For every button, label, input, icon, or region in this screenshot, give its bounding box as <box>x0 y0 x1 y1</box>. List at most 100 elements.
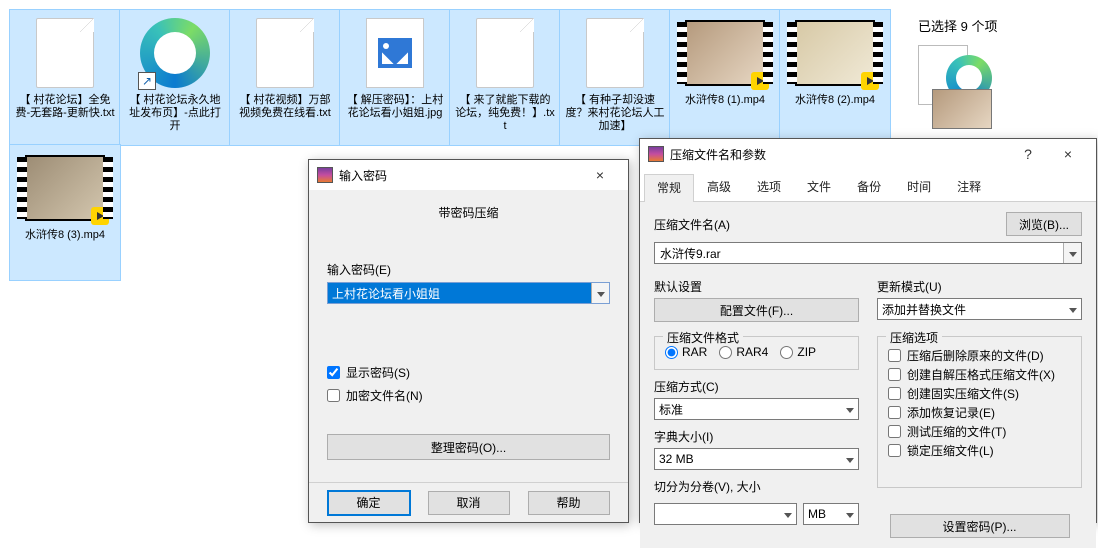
format-zip-radio[interactable]: ZIP <box>780 345 816 359</box>
default-config-label: 默认设置 <box>654 278 859 295</box>
video-thumbnail-icon <box>25 149 105 227</box>
compression-method-label: 压缩方式(C) <box>654 378 859 395</box>
option-label: 添加恢复记录(E) <box>907 404 995 421</box>
cancel-button[interactable]: 取消 <box>428 491 510 515</box>
option-label: 创建固实压缩文件(S) <box>907 385 1019 402</box>
archive-params-dialog: 压缩文件名和参数 ? × 常规高级选项文件备份时间注释 压缩文件名(A) 浏览(… <box>639 138 1097 523</box>
tab-1[interactable]: 高级 <box>694 173 744 201</box>
option-checkbox-3[interactable] <box>888 406 901 419</box>
option-checkbox-4[interactable] <box>888 425 901 438</box>
chevron-down-icon <box>784 507 792 521</box>
option-label: 锁定压缩文件(L) <box>907 442 994 459</box>
tab-2[interactable]: 选项 <box>744 173 794 201</box>
file-item[interactable]: 【 村花视频】万部视频免费在线看.txt <box>230 10 340 145</box>
split-size-combo[interactable] <box>654 503 797 525</box>
file-item[interactable]: 水浒传8 (2).mp4 <box>780 10 890 145</box>
file-item[interactable]: 【 村花论坛】全免费-无套路-更新快.txt <box>10 10 120 145</box>
video-thumbnail-icon <box>795 14 875 92</box>
password-input[interactable] <box>328 283 591 303</box>
chevron-down-icon <box>846 402 854 416</box>
file-item[interactable]: ↗【 村花论坛永久地址发布页】-点此打开 <box>120 10 230 145</box>
archive-name-value[interactable]: 水浒传9.rar <box>655 243 1063 263</box>
update-mode-value: 添加并替换文件 <box>882 301 966 318</box>
browse-button[interactable]: 浏览(B)... <box>1006 212 1082 236</box>
selection-count: 已选择 9 个项 <box>918 16 1088 35</box>
file-item[interactable]: 水浒传8 (3).mp4 <box>10 145 120 280</box>
profiles-button[interactable]: 配置文件(F)... <box>654 298 859 322</box>
dictionary-size-label: 字典大小(I) <box>654 428 859 445</box>
organize-passwords-button[interactable]: 整理密码(O)... <box>327 434 610 460</box>
option-checkbox-2[interactable] <box>888 387 901 400</box>
show-password-label: 显示密码(S) <box>346 364 410 381</box>
file-item[interactable]: 【 解压密码】：上村花论坛看小姐姐.jpg <box>340 10 450 145</box>
update-mode-label: 更新模式(U) <box>877 278 1082 295</box>
option-label: 压缩后删除原来的文件(D) <box>907 347 1044 364</box>
tab-0[interactable]: 常规 <box>644 174 694 202</box>
show-password-checkbox[interactable] <box>327 366 340 379</box>
split-volume-label: 切分为分卷(V), 大小 <box>654 478 859 495</box>
archive-name-combo[interactable]: 水浒传9.rar <box>654 242 1082 264</box>
encrypt-filenames-label: 加密文件名(N) <box>346 387 423 404</box>
dialog-titlebar[interactable]: 输入密码 × <box>309 160 628 190</box>
selection-thumbnail-stack <box>918 45 998 125</box>
split-unit-select[interactable]: MB <box>803 503 859 525</box>
file-item[interactable]: 【 来了就能下载的论坛，纯免费！】.txt <box>450 10 560 145</box>
set-password-button[interactable]: 设置密码(P)... <box>890 514 1070 538</box>
dialog-titlebar[interactable]: 压缩文件名和参数 ? × <box>640 139 1096 169</box>
file-label: 【 解压密码】：上村花论坛看小姐姐.jpg <box>344 94 446 120</box>
close-icon[interactable]: × <box>580 160 620 190</box>
archive-format-label: 压缩文件格式 <box>663 329 743 346</box>
close-icon[interactable]: × <box>1048 139 1088 169</box>
file-label: 水浒传8 (3).mp4 <box>25 229 105 242</box>
compression-options-group: 压缩选项 压缩后删除原来的文件(D)创建自解压格式压缩文件(X)创建固实压缩文件… <box>877 336 1082 488</box>
update-mode-select[interactable]: 添加并替换文件 <box>877 298 1082 320</box>
tab-4[interactable]: 备份 <box>844 173 894 201</box>
format-rar4-radio[interactable]: RAR4 <box>719 345 768 359</box>
help-button[interactable]: 帮助 <box>528 491 610 515</box>
file-label: 【 村花论坛永久地址发布页】-点此打开 <box>124 94 226 133</box>
tab-6[interactable]: 注释 <box>944 173 994 201</box>
chevron-down-icon[interactable] <box>1063 243 1081 263</box>
encrypt-filenames-checkbox[interactable] <box>327 389 340 402</box>
dialog-subtitle: 带密码压缩 <box>327 204 610 221</box>
archive-format-group: 压缩文件格式 RAR RAR4 ZIP <box>654 336 859 370</box>
chevron-down-icon <box>1069 302 1077 316</box>
chevron-down-icon <box>846 452 854 466</box>
file-label: 水浒传8 (1).mp4 <box>685 94 765 107</box>
edge-browser-icon: ↗ <box>135 14 215 92</box>
dialog-title: 压缩文件名和参数 <box>670 146 1008 163</box>
file-item[interactable]: 水浒传8 (1).mp4 <box>670 10 780 145</box>
details-panel: 已选择 9 个项 <box>908 10 1098 131</box>
dictionary-size-select[interactable]: 32 MB <box>654 448 859 470</box>
option-label: 测试压缩的文件(T) <box>907 423 1006 440</box>
rar-icon <box>317 167 333 183</box>
file-label: 【 有种子却没速度？来村花论坛人工加速】 <box>564 94 666 133</box>
archive-name-label: 压缩文件名(A) <box>654 216 998 233</box>
format-rar-radio[interactable]: RAR <box>665 345 707 359</box>
password-label: 输入密码(E) <box>327 261 610 278</box>
tabs: 常规高级选项文件备份时间注释 <box>640 169 1096 202</box>
option-checkbox-1[interactable] <box>888 368 901 381</box>
document-icon <box>245 14 325 92</box>
file-item[interactable]: 【 有种子却没速度？来村花论坛人工加速】 <box>560 10 670 145</box>
ok-button[interactable]: 确定 <box>328 491 410 515</box>
image-icon <box>355 14 435 92</box>
video-thumbnail-icon <box>685 14 765 92</box>
compression-method-select[interactable]: 标准 <box>654 398 859 420</box>
compression-options-label: 压缩选项 <box>886 329 942 346</box>
chevron-down-icon <box>846 507 854 521</box>
option-label: 创建自解压格式压缩文件(X) <box>907 366 1055 383</box>
enter-password-dialog: 输入密码 × 带密码压缩 输入密码(E) 显示密码(S) 加密文件名(N) 整理… <box>308 159 629 523</box>
chevron-down-icon[interactable] <box>591 283 609 303</box>
tab-5[interactable]: 时间 <box>894 173 944 201</box>
password-combo[interactable] <box>327 282 610 304</box>
help-icon[interactable]: ? <box>1008 139 1048 169</box>
rar-icon <box>648 146 664 162</box>
option-checkbox-0[interactable] <box>888 349 901 362</box>
document-icon <box>25 14 105 92</box>
document-icon <box>465 14 545 92</box>
option-checkbox-5[interactable] <box>888 444 901 457</box>
document-icon <box>575 14 655 92</box>
tab-3[interactable]: 文件 <box>794 173 844 201</box>
file-label: 【 来了就能下载的论坛，纯免费！】.txt <box>454 94 556 133</box>
